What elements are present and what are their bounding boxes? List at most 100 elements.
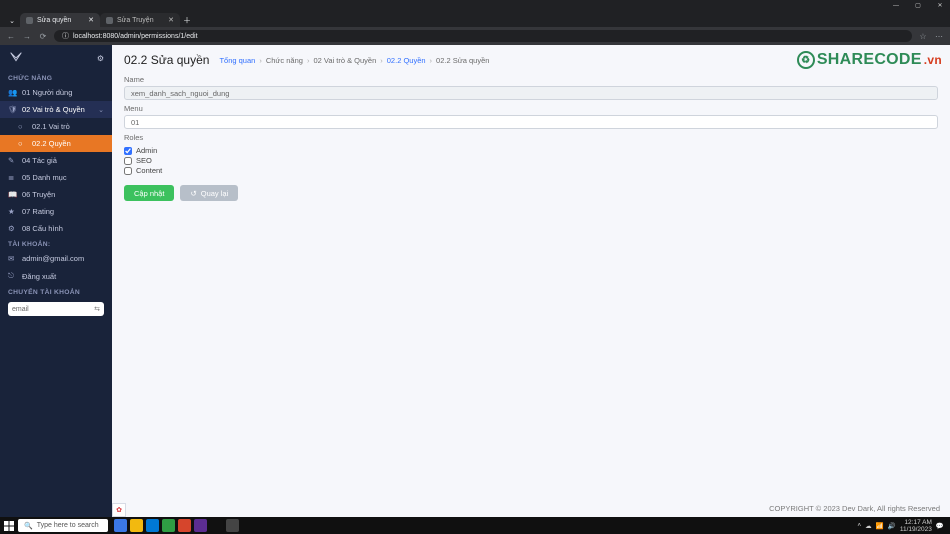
window-min-button[interactable]: —	[890, 3, 902, 9]
sidebar-item-label: admin@gmail.com	[22, 254, 84, 263]
corner-widget[interactable]: ✿	[112, 503, 126, 517]
sidebar-settings-icon[interactable]: ⚙	[97, 54, 104, 63]
breadcrumb-link[interactable]: Tổng quan	[219, 56, 255, 65]
pen-icon: ✎	[8, 156, 16, 165]
sidebar-item-categories[interactable]: ≣ 05 Danh mục	[0, 169, 112, 186]
chevron-right-icon: ›	[307, 56, 310, 65]
copyright-text: COPYRIGHT © 2023 Dev Dark, All rights Re…	[769, 504, 940, 513]
browser-tab[interactable]: Sửa Truyện ✕	[100, 13, 180, 27]
role-checkbox-row[interactable]: Admin	[124, 146, 938, 155]
sidebar-subitem-permissions[interactable]: ○ 02.2 Quyền	[0, 135, 112, 152]
tray-notifications-icon[interactable]: 💬	[936, 522, 944, 530]
sidebar-item-roles[interactable]: 🛡 02 Vai trò & Quyền ⌄	[0, 101, 112, 118]
role-checkbox-row[interactable]: SEO	[124, 156, 938, 165]
role-checkbox[interactable]	[124, 147, 132, 155]
sidebar-subitem-roles-list[interactable]: ○ 02.1 Vai trò	[0, 118, 112, 135]
dot-icon: ○	[18, 122, 26, 131]
tray-cloud-icon[interactable]: ☁	[865, 522, 872, 530]
breadcrumb-text: Chức năng	[266, 56, 303, 65]
search-icon: 🔍	[24, 522, 33, 530]
taskbar-chrome-icon[interactable]	[162, 519, 175, 532]
sidebar-section-label: CHỨC NĂNG	[0, 71, 112, 84]
chevron-right-icon: ›	[259, 56, 262, 65]
back-button[interactable]: ↺ Quay lại	[180, 185, 238, 201]
sidebar-item-label: 06 Truyện	[22, 190, 55, 199]
taskbar-app-icon[interactable]	[178, 519, 191, 532]
submit-button[interactable]: Cập nhật	[124, 185, 174, 201]
tab-favicon-icon	[106, 17, 113, 24]
taskbar-explorer-icon[interactable]	[130, 519, 143, 532]
field-label-name: Name	[124, 75, 938, 84]
browser-menu-icon[interactable]: ⋯	[934, 32, 944, 41]
role-label: Content	[136, 166, 162, 175]
app-logo-icon[interactable]	[8, 50, 24, 66]
sidebar-section-label: CHUYỂN TÀI KHOẢN	[0, 285, 112, 298]
users-icon: 👥	[8, 88, 16, 97]
tab-favicon-icon	[26, 17, 33, 24]
tab-title: Sửa quyền	[37, 17, 71, 24]
menu-input[interactable]: 01	[124, 115, 938, 129]
role-checkbox-row[interactable]: Content	[124, 166, 938, 175]
role-label: SEO	[136, 156, 152, 165]
sidebar-section-label: TÀI KHOẢN:	[0, 237, 112, 250]
taskbar-search-placeholder: Type here to search	[37, 522, 99, 529]
new-tab-button[interactable]: ＋	[180, 13, 194, 27]
back-button-label: Quay lại	[201, 189, 229, 198]
sidebar-item-label: 02.2 Quyền	[32, 139, 71, 148]
taskbar-search[interactable]: 🔍 Type here to search	[18, 519, 108, 532]
sidebar-item-label: Đăng xuất	[22, 272, 56, 281]
main-content: 02.2 Sửa quyền Tổng quan › Chức năng › 0…	[112, 45, 950, 517]
chevron-down-icon: ⌄	[98, 106, 104, 114]
tab-close-icon[interactable]: ✕	[88, 16, 94, 24]
browser-tab[interactable]: Sửa quyền ✕	[20, 13, 100, 27]
sidebar-item-logout[interactable]: ⎋ Đăng xuất	[0, 267, 112, 285]
taskbar-app-icon[interactable]	[226, 519, 239, 532]
chevron-right-icon: ›	[430, 56, 433, 65]
sidebar-item-stories[interactable]: 📖 06 Truyện	[0, 186, 112, 203]
sidebar-item-label: 02 Vai trò & Quyền	[22, 105, 85, 114]
sidebar-item-label: 07 Rating	[22, 207, 54, 216]
role-checkbox[interactable]	[124, 167, 132, 175]
nav-back-icon[interactable]: ←	[6, 32, 16, 41]
sidebar-item-users[interactable]: 👥 01 Người dùng	[0, 84, 112, 101]
tab-menu-button[interactable]: ⌄	[6, 15, 18, 27]
window-max-button[interactable]: ▢	[912, 2, 924, 9]
taskbar-terminal-icon[interactable]	[210, 519, 223, 532]
tray-volume-icon[interactable]: 🔊	[888, 522, 896, 530]
tray-chevron-icon[interactable]: ˄	[857, 522, 861, 529]
site-info-icon[interactable]: ⓘ	[62, 31, 69, 41]
breadcrumb: Tổng quan › Chức năng › 02 Vai trò & Quy…	[219, 56, 489, 65]
sidebar-item-authors[interactable]: ✎ 04 Tác giả	[0, 152, 112, 169]
switch-account-input[interactable]: email ⇆	[8, 302, 104, 316]
name-input-value: xem_danh_sach_nguoi_dung	[131, 89, 229, 98]
tab-title: Sửa Truyện	[117, 17, 154, 24]
sidebar-item-label: 08 Cấu hình	[22, 224, 63, 233]
shield-icon: 🛡	[8, 105, 16, 114]
tab-close-icon[interactable]: ✕	[168, 16, 174, 24]
swap-icon[interactable]: ⇆	[94, 305, 100, 313]
nav-reload-icon[interactable]: ⟳	[38, 32, 48, 41]
tray-clock[interactable]: 12:17 AM 11/19/2023	[900, 519, 932, 533]
window-close-button[interactable]: ✕	[934, 2, 946, 9]
star-icon: ★	[8, 207, 16, 216]
breadcrumb-link[interactable]: 02.2 Quyền	[387, 56, 426, 65]
sidebar-item-account-email[interactable]: ✉ admin@gmail.com	[0, 250, 112, 267]
taskbar-app-icon[interactable]	[194, 519, 207, 532]
taskbar-vscode-icon[interactable]	[146, 519, 159, 532]
address-bar[interactable]: ⓘ localhost:8080/admin/permissions/1/edi…	[54, 30, 912, 42]
name-input[interactable]: xem_danh_sach_nguoi_dung	[124, 86, 938, 100]
start-button[interactable]	[2, 519, 16, 533]
bookmark-icon[interactable]: ☆	[918, 32, 928, 41]
tray-wifi-icon[interactable]: 📶	[876, 522, 884, 530]
sidebar-item-config[interactable]: ⚙ 08 Cấu hình	[0, 220, 112, 237]
mail-icon: ✉	[8, 254, 16, 263]
taskbar-app-icon[interactable]	[114, 519, 127, 532]
submit-button-label: Cập nhật	[134, 189, 164, 198]
switch-account-placeholder: email	[12, 306, 29, 313]
sidebar-item-rating[interactable]: ★ 07 Rating	[0, 203, 112, 220]
nav-forward-icon[interactable]: →	[22, 32, 32, 41]
sidebar-item-label: 05 Danh mục	[22, 173, 67, 182]
role-checkbox[interactable]	[124, 157, 132, 165]
field-label-roles: Roles	[124, 133, 938, 142]
breadcrumb-current: 02.2 Sửa quyền	[436, 56, 489, 65]
